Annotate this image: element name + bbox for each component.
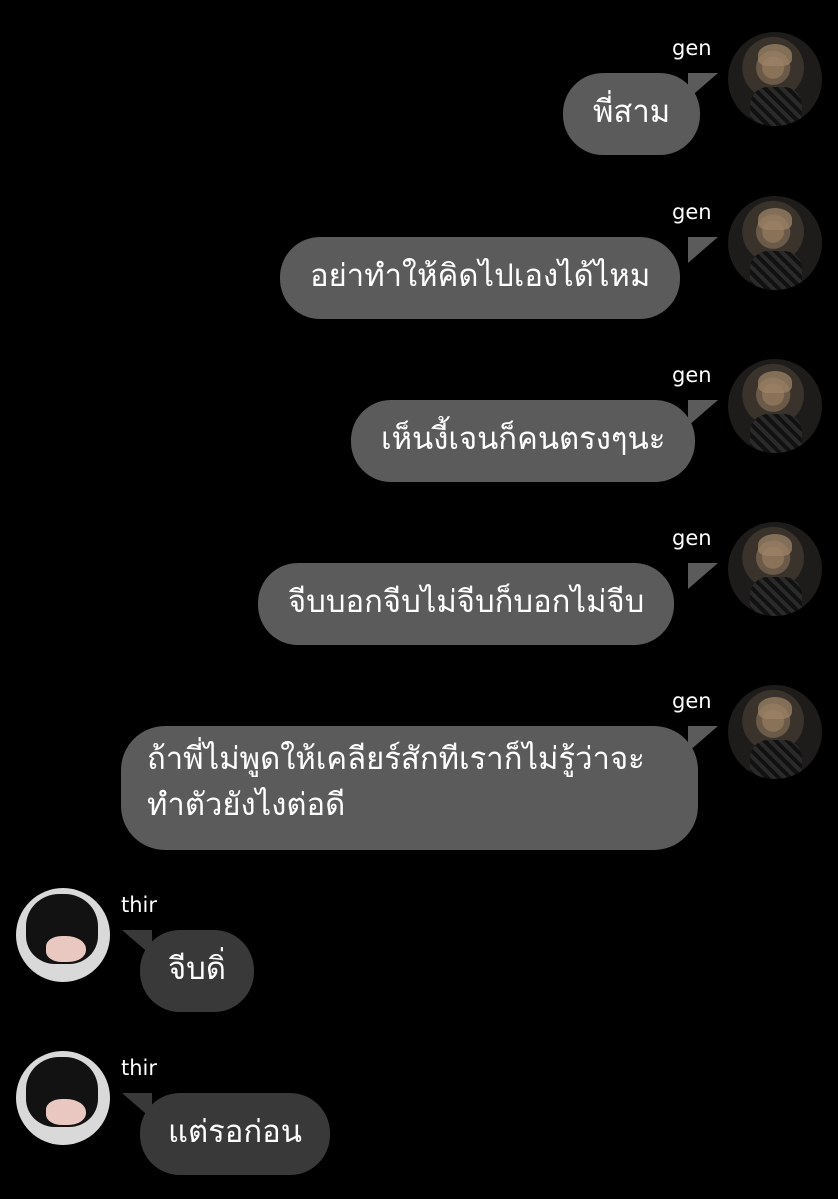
sender-name: gen	[672, 363, 712, 387]
sender-avatar[interactable]	[728, 196, 822, 290]
chat-thread: gen พี่สาม gen อย่าทำให้คิดไปเองได้ไหม g…	[0, 0, 838, 1199]
bubble-tail	[688, 237, 718, 263]
sender-avatar[interactable]	[16, 888, 110, 982]
bubble-tail	[688, 400, 718, 426]
sender-name: gen	[672, 200, 712, 224]
bubble-tail	[688, 563, 718, 589]
sender-avatar[interactable]	[728, 32, 822, 126]
message-bubble[interactable]: ถ้าพี่ไม่พูดให้เคลียร์สักทีเราก็ไม่รู้ว่…	[121, 726, 698, 850]
sender-avatar[interactable]	[728, 359, 822, 453]
message-bubble[interactable]: พี่สาม	[563, 73, 701, 155]
message-bubble[interactable]: จีบดิ่	[140, 930, 254, 1012]
sender-name: gen	[672, 526, 712, 550]
sender-avatar[interactable]	[728, 522, 822, 616]
sender-avatar[interactable]	[16, 1051, 110, 1145]
message-bubble[interactable]: แต่รอก่อน	[140, 1093, 330, 1175]
sender-name: gen	[672, 36, 712, 60]
sender-name: thir	[121, 1056, 158, 1080]
sender-avatar[interactable]	[728, 685, 822, 779]
message-bubble[interactable]: อย่าทำให้คิดไปเองได้ไหม	[280, 237, 681, 319]
sender-name: gen	[672, 689, 712, 713]
message-bubble[interactable]: จีบบอกจีบไม่จีบก็บอกไม่จีบ	[258, 563, 675, 645]
sender-name: thir	[121, 893, 158, 917]
message-bubble[interactable]: เห็นงี้เจนก็คนตรงๆนะ	[351, 400, 696, 482]
